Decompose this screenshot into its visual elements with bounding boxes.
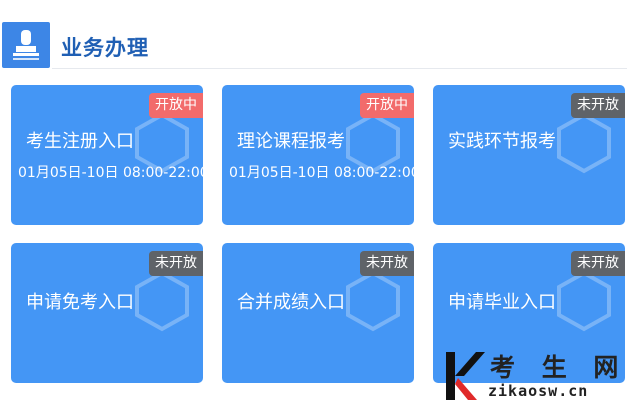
card-title: 理论课程报考 <box>237 131 345 152</box>
card-exam-exemption[interactable]: 未开放 申请免考入口 <box>11 243 203 383</box>
card-title: 合并成绩入口 <box>237 292 345 313</box>
card-student-registration[interactable]: 开放中 考生注册入口 01月05日-10日 08:00-22:00 <box>11 85 203 225</box>
card-time: 01月05日-10日 08:00-22:00 <box>18 165 203 181</box>
card-theory-course-registration[interactable]: 开放中 理论课程报考 01月05日-10日 08:00-22:00 <box>222 85 414 225</box>
k-logo-icon <box>446 352 485 400</box>
page-title: 业务办理 <box>61 36 149 60</box>
watermark-name: 考 生 网 <box>490 353 628 382</box>
status-badge: 未开放 <box>360 251 414 276</box>
header-divider <box>52 68 627 69</box>
card-title: 实践环节报考 <box>448 131 556 152</box>
status-badge: 未开放 <box>571 251 625 276</box>
status-badge: 开放中 <box>149 93 203 118</box>
card-title: 申请免考入口 <box>26 292 134 313</box>
card-merge-scores[interactable]: 未开放 合并成绩入口 <box>222 243 414 383</box>
site-watermark-logo: 考 生 网 zikaosw.cn <box>442 348 629 408</box>
watermark-url: zikaosw.cn <box>488 382 589 400</box>
card-title: 申请毕业入口 <box>448 292 556 313</box>
card-practice-registration[interactable]: 未开放 实践环节报考 <box>433 85 625 225</box>
card-title: 考生注册入口 <box>26 131 134 152</box>
status-badge: 未开放 <box>571 93 625 118</box>
section-header: 业务办理 <box>0 0 629 70</box>
card-time: 01月05日-10日 08:00-22:00 <box>229 165 414 181</box>
stamp-icon <box>2 22 50 68</box>
status-badge: 开放中 <box>360 93 414 118</box>
status-badge: 未开放 <box>149 251 203 276</box>
